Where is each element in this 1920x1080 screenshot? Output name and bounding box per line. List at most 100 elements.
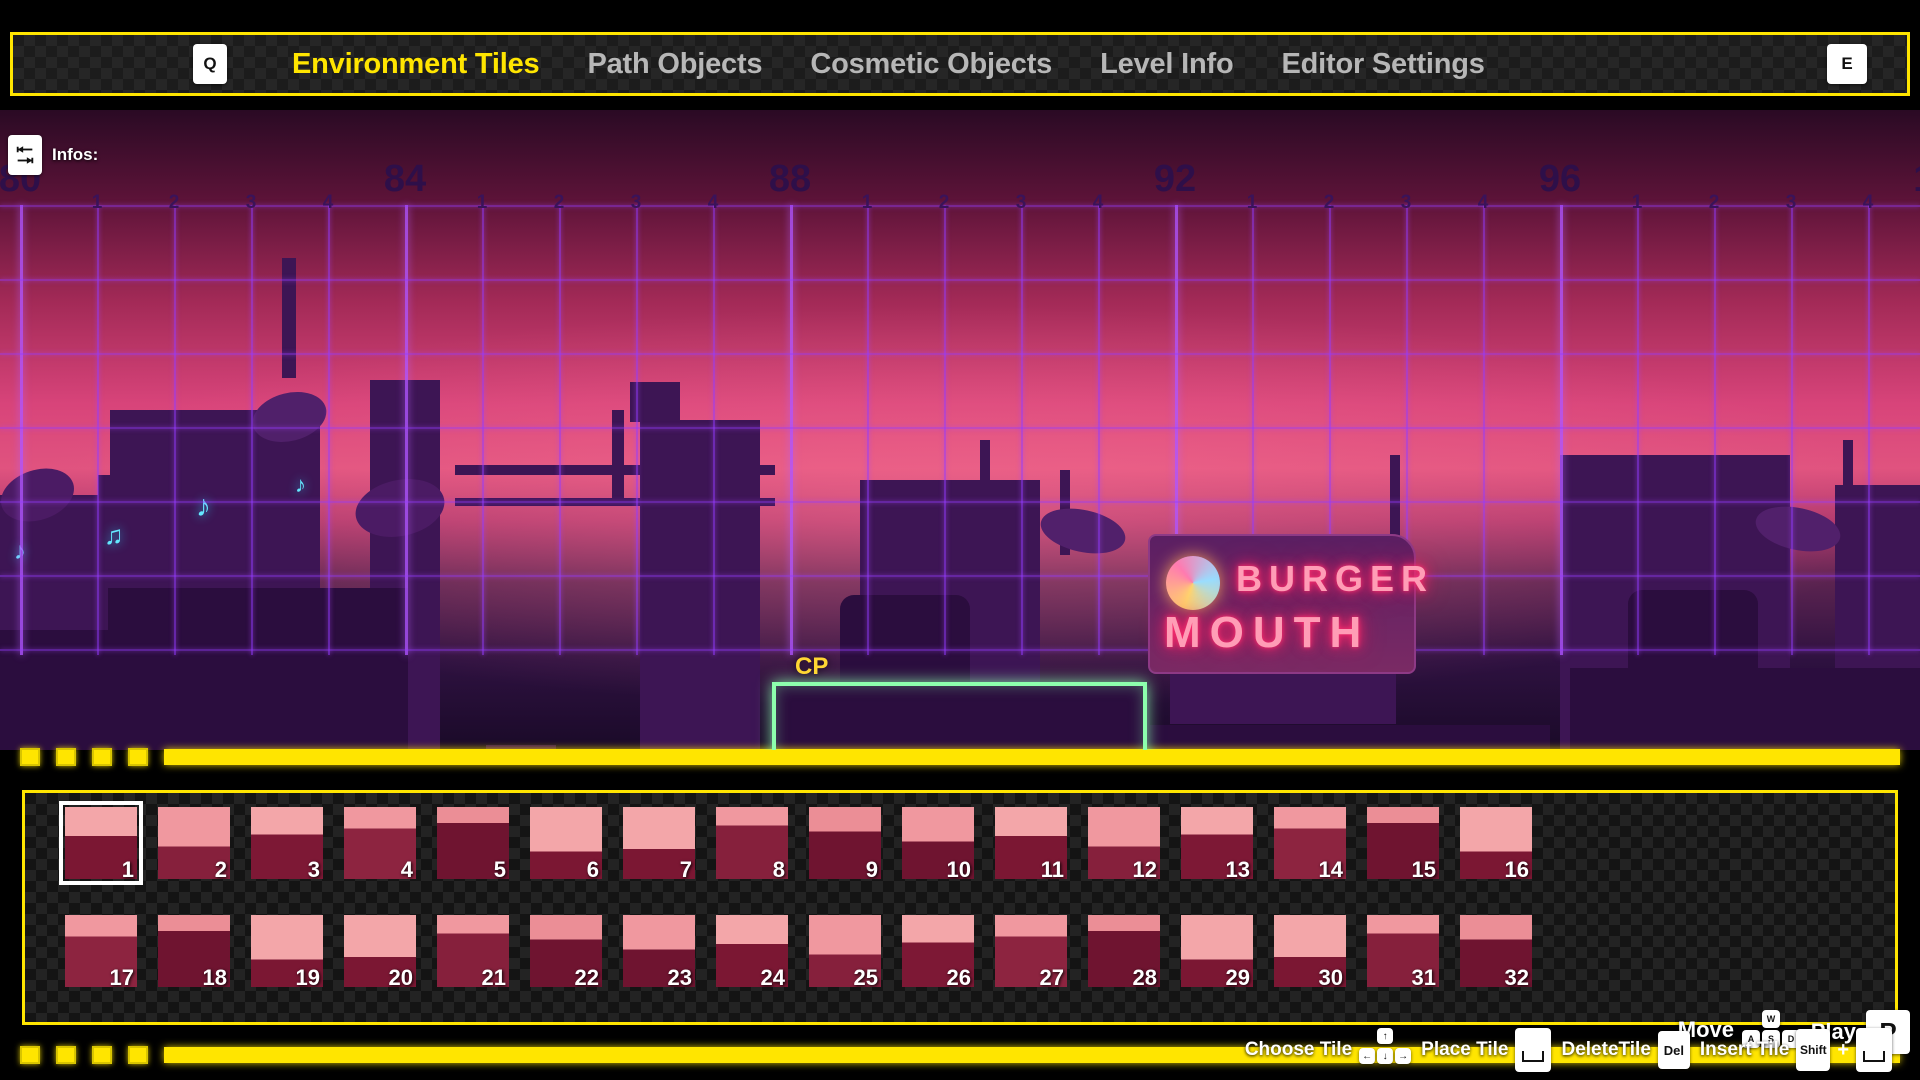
tile-palette-row-1: 1 2 3 4 5 6 7 8 9 10 11 12 13 14 15 16: [59, 801, 1855, 899]
tile-thumbnail-18[interactable]: 18: [158, 915, 230, 987]
tile-thumbnail-29[interactable]: 29: [1181, 915, 1253, 987]
grid-line-minor: [482, 205, 484, 655]
tile-number: 24: [760, 965, 785, 988]
tile-thumbnail-4[interactable]: 4: [344, 807, 416, 879]
progress-square: [92, 748, 112, 766]
grid-line-horizontal: [0, 575, 1920, 577]
grid-line-horizontal: [0, 501, 1920, 503]
tile-thumbnail-2[interactable]: 2: [158, 807, 230, 879]
progress-square: [20, 1046, 40, 1064]
tile-number: 18: [202, 965, 227, 988]
tile-thumbnail-32[interactable]: 32: [1460, 915, 1532, 987]
tile-thumbnail-23[interactable]: 23: [623, 915, 695, 987]
sign-text-line1: BURGER: [1236, 558, 1435, 599]
tile-thumbnail-12[interactable]: 12: [1088, 807, 1160, 879]
tile-thumbnail-30[interactable]: 30: [1274, 915, 1346, 987]
tile-number: 20: [388, 965, 413, 988]
tile-number: 8: [772, 857, 785, 880]
key-shift[interactable]: Shift: [1796, 1029, 1831, 1071]
tile-number: 19: [295, 965, 320, 988]
grid-line-minor: [636, 205, 638, 655]
key-arrow-down[interactable]: ↓: [1377, 1048, 1394, 1064]
progress-square: [128, 1046, 148, 1064]
key-arrow-left[interactable]: ←: [1359, 1048, 1376, 1064]
tile-number: 31: [1411, 965, 1436, 988]
ruler-minor-label: 3: [245, 192, 257, 213]
tile-thumbnail-27[interactable]: 27: [995, 915, 1067, 987]
tile-number: 29: [1225, 965, 1250, 988]
ruler-minor-label: 1: [1246, 192, 1258, 213]
grid-line-minor: [713, 205, 715, 655]
progress-square: [56, 748, 76, 766]
tile-thumbnail-8[interactable]: 8: [716, 807, 788, 879]
ruler-minor-label: 1: [476, 192, 488, 213]
key-arrow-right[interactable]: →: [1395, 1048, 1412, 1064]
tab-path-objects[interactable]: Path Objects: [563, 48, 786, 81]
tab-level-info[interactable]: Level Info: [1076, 48, 1257, 81]
key-q-hint[interactable]: Q: [193, 44, 227, 84]
tile-thumbnail-7[interactable]: 7: [623, 807, 695, 879]
ruler-minor-label: 2: [1708, 192, 1720, 213]
tile-thumbnail-22[interactable]: 22: [530, 915, 602, 987]
progress-line: [164, 749, 1900, 765]
grid-line-major: [20, 205, 23, 655]
tile-thumbnail-26[interactable]: 26: [902, 915, 974, 987]
tile-number: 32: [1504, 965, 1529, 988]
ruler-minor-label: 4: [1862, 192, 1874, 213]
ruler-major-label: 100: [1913, 158, 1920, 201]
delete-tile-label: DeleteTile: [1561, 1039, 1651, 1060]
tile-number: 14: [1318, 857, 1343, 880]
ruler-minor-label: 4: [1092, 192, 1104, 213]
sign-text-line2: MOUTH: [1164, 608, 1371, 657]
tile-number: 2: [214, 857, 227, 880]
tile-thumbnail-31[interactable]: 31: [1367, 915, 1439, 987]
level-viewport[interactable]: ♪ ♫ ♪ ♪ BURGER MOUTH 8012348412348812349…: [0, 110, 1920, 750]
key-arrow-up[interactable]: ↑: [1377, 1028, 1394, 1044]
tab-editor-settings[interactable]: Editor Settings: [1257, 48, 1508, 81]
tile-number: 15: [1411, 857, 1436, 880]
key-w[interactable]: W: [1762, 1010, 1780, 1028]
place-tile-label: Place Tile: [1421, 1039, 1509, 1060]
tile-palette[interactable]: 1 2 3 4 5 6 7 8 9 10 11 12 13 14 15 16 17 18 19 20 21 22 23 24…: [22, 790, 1898, 1025]
tile-thumbnail-6[interactable]: 6: [530, 807, 602, 879]
grid-line-minor: [1791, 205, 1793, 655]
grid-line-major: [790, 205, 793, 655]
hint-choose-tile: Choose Tile ↑ ← ↓ →: [1245, 1028, 1412, 1072]
key-del[interactable]: Del: [1657, 1031, 1690, 1069]
tab-environment-tiles[interactable]: Environment Tiles: [268, 48, 563, 81]
keyboard-hint-bar: Choose Tile ↑ ← ↓ → Place Tile DeleteTil…: [1245, 1028, 1892, 1072]
tile-thumbnail-1[interactable]: 1: [59, 801, 143, 885]
tile-thumbnail-3[interactable]: 3: [251, 807, 323, 879]
tile-thumbnail-24[interactable]: 24: [716, 915, 788, 987]
tab-cosmetic-objects[interactable]: Cosmetic Objects: [786, 48, 1076, 81]
key-space[interactable]: [1515, 1028, 1552, 1072]
grid-line-minor: [1483, 205, 1485, 655]
tile-thumbnail-17[interactable]: 17: [65, 915, 137, 987]
infos-toggle-button[interactable]: [8, 135, 42, 175]
ruler-minor-label: 4: [322, 192, 334, 213]
key-e-hint[interactable]: E: [1827, 44, 1867, 84]
tile-thumbnail-21[interactable]: 21: [437, 915, 509, 987]
tile-number: 16: [1504, 857, 1529, 880]
tile-number: 27: [1039, 965, 1064, 988]
grid-line-major: [1560, 205, 1563, 655]
grid-line-horizontal: [0, 279, 1920, 281]
tile-thumbnail-5[interactable]: 5: [437, 807, 509, 879]
ruler-minor-label: 1: [1631, 192, 1643, 213]
tile-thumbnail-25[interactable]: 25: [809, 915, 881, 987]
tile-thumbnail-16[interactable]: 16: [1460, 807, 1532, 879]
tile-number: 28: [1132, 965, 1157, 988]
tile-thumbnail-15[interactable]: 15: [1367, 807, 1439, 879]
tile-thumbnail-20[interactable]: 20: [344, 915, 416, 987]
tile-thumbnail-28[interactable]: 28: [1088, 915, 1160, 987]
checkpoint-label: CP: [795, 653, 829, 680]
tile-thumbnail-11[interactable]: 11: [995, 807, 1067, 879]
tile-thumbnail-13[interactable]: 13: [1181, 807, 1253, 879]
key-space[interactable]: [1856, 1028, 1892, 1072]
tile-thumbnail-9[interactable]: 9: [809, 807, 881, 879]
tile-thumbnail-10[interactable]: 10: [902, 807, 974, 879]
grid-line-horizontal: [0, 427, 1920, 429]
tile-thumbnail-19[interactable]: 19: [251, 915, 323, 987]
tile-thumbnail-14[interactable]: 14: [1274, 807, 1346, 879]
tile-selection-rect[interactable]: [772, 682, 1147, 750]
